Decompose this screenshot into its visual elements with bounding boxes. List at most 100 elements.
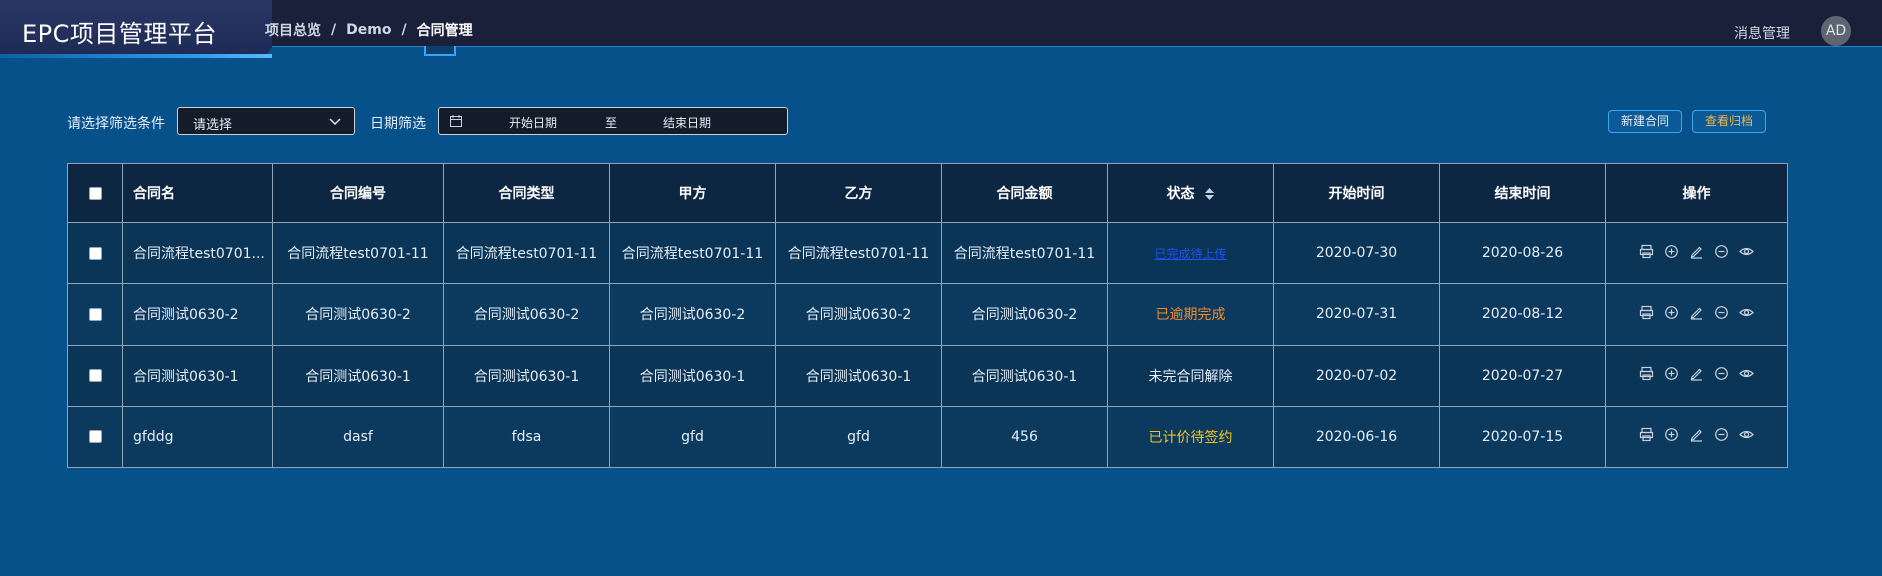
edit-button[interactable] [1689, 427, 1704, 446]
remove-button[interactable] [1714, 244, 1729, 263]
row-checkbox[interactable] [88, 369, 102, 383]
brand-underline [0, 54, 272, 58]
row-checkbox[interactable] [88, 430, 102, 444]
message-management-link[interactable]: 消息管理 [1734, 23, 1790, 43]
select-all-checkbox[interactable] [88, 186, 102, 200]
app-title: EPC项目管理平台 [22, 20, 217, 48]
status-text: 未完合同解除 [1148, 368, 1233, 385]
column-header-code: 合同编号 [272, 163, 444, 223]
cell-code: dasf [272, 405, 444, 469]
status-text: 已计价待签约 [1148, 429, 1233, 446]
cell-type: fdsa [443, 405, 610, 469]
add-circle-icon [1665, 428, 1678, 442]
cell-start-date: 2020-07-31 [1273, 283, 1440, 346]
eye-icon [1739, 308, 1754, 316]
status-text[interactable]: 已完成待上传 [1154, 247, 1226, 261]
breadcrumb-item-demo[interactable]: Demo [346, 22, 391, 38]
cell-status: 已完成待上传 [1107, 221, 1274, 285]
edit-icon [1690, 246, 1702, 259]
breadcrumb-separator: / [331, 22, 337, 38]
date-end-input[interactable]: 结束日期 [663, 114, 711, 131]
add-button[interactable] [1664, 427, 1679, 446]
column-header-start: 开始时间 [1273, 163, 1440, 223]
view-button[interactable] [1739, 305, 1754, 324]
cell-party-a: 合同流程test0701-11 [609, 221, 776, 285]
cell-name: 合同测试0630-1 [122, 344, 273, 407]
date-range-picker[interactable]: 开始日期 至 结束日期 [438, 107, 788, 135]
cell-end-date: 2020-08-26 [1439, 221, 1606, 285]
cell-name: 合同流程test0701... [122, 221, 273, 285]
contracts-table: 合同名 合同编号 合同类型 甲方 乙方 合同金额 状态 开始时间 结束时间 操作… [67, 163, 1788, 469]
row-checkbox[interactable] [88, 246, 102, 260]
add-button[interactable] [1664, 366, 1679, 385]
column-header-party-b: 乙方 [775, 163, 942, 223]
cell-type: 合同测试0630-1 [443, 344, 610, 407]
cell-party-a: 合同测试0630-2 [609, 283, 776, 346]
column-header-type: 合同类型 [443, 163, 610, 223]
table-row[interactable]: 合同流程test0701... 合同流程test0701-11 合同流程test07… [67, 221, 1788, 285]
minus-circle-icon [1715, 244, 1728, 258]
cell-code: 合同测试0630-1 [272, 344, 444, 407]
row-select-cell [67, 283, 123, 346]
cell-end-date: 2020-07-27 [1439, 344, 1606, 407]
view-button[interactable] [1739, 366, 1754, 385]
add-circle-icon [1665, 305, 1678, 319]
table-row[interactable]: gfddg dasf fdsa gfd gfd 456 已计价待签约 2020-06-16 20… [67, 405, 1788, 469]
row-actions [1639, 366, 1754, 385]
cell-party-b: 合同流程test0701-11 [775, 221, 942, 285]
condition-filter-label: 请选择筛选条件 [67, 116, 165, 132]
print-button[interactable] [1639, 427, 1654, 446]
cell-actions [1605, 405, 1788, 469]
row-select-cell [67, 405, 123, 469]
new-contract-button[interactable]: 新建合同 [1608, 110, 1683, 133]
cell-code: 合同流程test0701-11 [272, 221, 444, 285]
cell-status: 已计价待签约 [1107, 405, 1274, 469]
edit-button[interactable] [1689, 366, 1704, 385]
row-select-cell [67, 221, 123, 285]
select-all-cell [67, 163, 123, 223]
view-button[interactable] [1739, 427, 1754, 446]
cell-actions [1605, 283, 1788, 346]
cell-name: gfddg [122, 405, 273, 469]
table-row[interactable]: 合同测试0630-1 合同测试0630-1 合同测试0630-1 合同测试0630-1… [67, 344, 1788, 407]
remove-button[interactable] [1714, 366, 1729, 385]
cell-end-date: 2020-08-12 [1439, 283, 1606, 346]
eye-icon [1739, 247, 1754, 255]
breadcrumb-item-overview[interactable]: 项目总览 [265, 20, 321, 40]
print-button[interactable] [1639, 244, 1654, 263]
add-button[interactable] [1664, 305, 1679, 324]
cell-party-a: 合同测试0630-1 [609, 344, 776, 407]
chevron-down-icon [329, 118, 341, 126]
eye-icon [1739, 431, 1754, 439]
cell-amount: 合同流程test0701-11 [941, 221, 1108, 285]
print-button[interactable] [1639, 305, 1654, 324]
cell-actions [1605, 221, 1788, 285]
edit-button[interactable] [1689, 305, 1704, 324]
cell-actions [1605, 344, 1788, 407]
view-archive-button[interactable]: 查看归档 [1692, 110, 1767, 133]
cell-amount: 合同测试0630-2 [941, 283, 1108, 346]
minus-circle-icon [1715, 367, 1728, 381]
avatar[interactable]: AD [1821, 16, 1851, 46]
cell-type: 合同测试0630-2 [443, 283, 610, 346]
row-checkbox[interactable] [88, 307, 102, 321]
remove-button[interactable] [1714, 305, 1729, 324]
table-row[interactable]: 合同测试0630-2 合同测试0630-2 合同测试0630-2 合同测试0630-2… [67, 283, 1788, 346]
edit-button[interactable] [1689, 244, 1704, 263]
active-tab-indicator [424, 46, 456, 56]
date-start-input[interactable]: 开始日期 [509, 114, 557, 131]
column-header-status[interactable]: 状态 [1107, 163, 1274, 223]
row-actions [1639, 244, 1754, 263]
column-header-amount: 合同金额 [941, 163, 1108, 223]
print-button[interactable] [1639, 366, 1654, 385]
view-button[interactable] [1739, 244, 1754, 263]
condition-select[interactable]: 请选择 [177, 107, 355, 135]
edit-icon [1690, 368, 1702, 381]
sort-icon[interactable] [1205, 188, 1215, 200]
add-button[interactable] [1664, 244, 1679, 263]
print-icon [1639, 428, 1654, 442]
cell-code: 合同测试0630-2 [272, 283, 444, 346]
remove-button[interactable] [1714, 427, 1729, 446]
cell-party-b: gfd [775, 405, 942, 469]
breadcrumb-item-current: 合同管理 [416, 23, 473, 39]
